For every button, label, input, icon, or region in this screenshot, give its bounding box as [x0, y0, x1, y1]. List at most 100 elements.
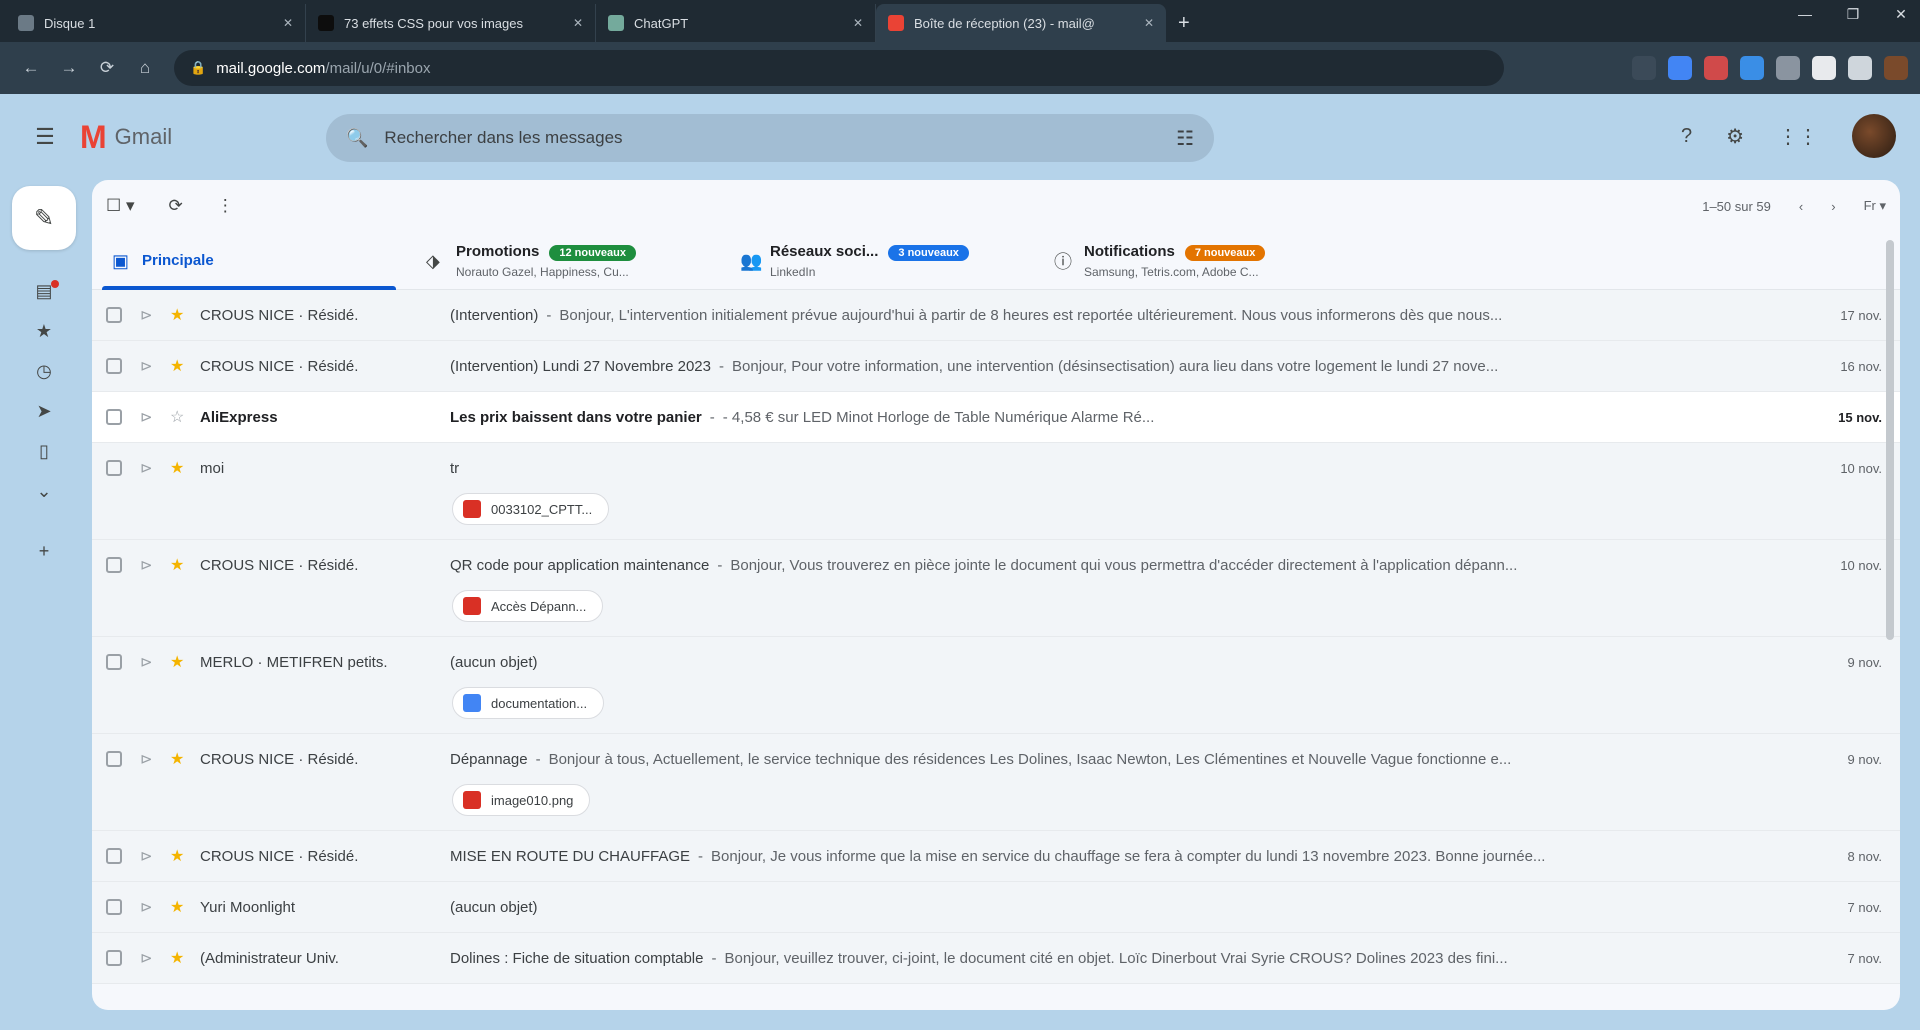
- search-icon[interactable]: 🔍: [346, 128, 368, 149]
- inbox-icon[interactable]: ▤: [35, 278, 59, 304]
- attachment-chip[interactable]: image010.png: [452, 784, 591, 816]
- starred-icon[interactable]: ★: [170, 882, 200, 932]
- important-marker-icon[interactable]: ⊳: [140, 637, 170, 687]
- starred-icon[interactable]: ★: [170, 341, 200, 391]
- search-options-icon[interactable]: ☷: [1176, 126, 1194, 151]
- add-label-icon[interactable]: +: [39, 538, 50, 564]
- row-checkbox[interactable]: [106, 358, 122, 374]
- avatar[interactable]: [1852, 114, 1896, 158]
- browser-tab[interactable]: Boîte de réception (23) - mail@ ✕: [876, 4, 1166, 42]
- starred-icon[interactable]: ★: [170, 734, 200, 784]
- email-row[interactable]: ⊳ ★ MERLO · METIFREN petits. (aucun objet) d…: [92, 637, 1900, 734]
- email-row[interactable]: ⊳ ☆ AliExpress Les prix baissent dans votre…: [92, 392, 1900, 443]
- main-menu-icon[interactable]: ☰: [25, 124, 65, 150]
- row-checkbox[interactable]: [106, 950, 122, 966]
- important-marker-icon[interactable]: ⊳: [140, 392, 170, 442]
- close-window-button[interactable]: ✕: [1890, 6, 1912, 23]
- reload-button[interactable]: ⟳: [88, 58, 126, 78]
- star-icon[interactable]: ☆: [170, 392, 200, 442]
- search-input[interactable]: Rechercher dans les messages: [384, 128, 622, 148]
- important-marker-icon[interactable]: ⊳: [140, 290, 170, 340]
- row-checkbox[interactable]: [106, 409, 122, 425]
- address-bar[interactable]: 🔒 mail.google.com /mail/u/0/#inbox: [174, 50, 1504, 86]
- prev-page-icon[interactable]: ‹: [1799, 199, 1803, 214]
- input-tools-button[interactable]: Fr ▾: [1864, 198, 1886, 214]
- tab-close-icon[interactable]: ✕: [283, 16, 293, 30]
- extension-icon[interactable]: [1632, 56, 1656, 80]
- browser-tab[interactable]: 73 effets CSS pour vos images ✕: [306, 4, 596, 42]
- row-checkbox[interactable]: [106, 899, 122, 915]
- starred-icon[interactable]: ★: [170, 933, 200, 983]
- attachment-chip[interactable]: documentation...: [452, 687, 605, 719]
- back-button[interactable]: ←: [12, 58, 50, 78]
- minimize-button[interactable]: —: [1794, 6, 1816, 23]
- extension-icon[interactable]: [1884, 56, 1908, 80]
- important-marker-icon[interactable]: ⊳: [140, 540, 170, 590]
- next-page-icon[interactable]: ›: [1831, 199, 1835, 214]
- row-checkbox[interactable]: [106, 460, 122, 476]
- email-row[interactable]: ⊳ ★ CROUS NICE · Résidé. MISE EN ROUTE DU C…: [92, 831, 1900, 882]
- help-icon[interactable]: ?: [1681, 125, 1692, 148]
- starred-icon[interactable]: ★: [36, 318, 52, 344]
- email-row[interactable]: ⊳ ★ CROUS NICE · Résidé. (Intervention) Lun…: [92, 341, 1900, 392]
- important-marker-icon[interactable]: ⊳: [140, 933, 170, 983]
- gmail-logo[interactable]: M Gmail: [80, 119, 172, 156]
- important-marker-icon[interactable]: ⊳: [140, 831, 170, 881]
- select-all-checkbox[interactable]: ☐ ▾: [106, 196, 135, 216]
- extension-icon[interactable]: [1704, 56, 1728, 80]
- sent-icon[interactable]: ➤: [36, 398, 51, 424]
- starred-icon[interactable]: ★: [170, 290, 200, 340]
- tab-promotions[interactable]: ⬗ Promotions 12 nouveaux Norauto Gazel, Hap…: [406, 232, 720, 290]
- important-marker-icon[interactable]: ⊳: [140, 341, 170, 391]
- important-marker-icon[interactable]: ⊳: [140, 443, 170, 493]
- category-title: Notifications: [1084, 243, 1175, 260]
- row-checkbox[interactable]: [106, 557, 122, 573]
- browser-tab[interactable]: ChatGPT ✕: [596, 4, 876, 42]
- refresh-icon[interactable]: ⟳: [169, 196, 183, 216]
- browser-tab[interactable]: Disque 1 ✕: [6, 4, 306, 42]
- compose-button[interactable]: ✎: [12, 186, 76, 250]
- email-row[interactable]: ⊳ ★ CROUS NICE · Résidé. Dépannage - Bonjour …: [92, 734, 1900, 831]
- home-button[interactable]: ⌂: [126, 58, 164, 78]
- attachment-chip[interactable]: Accès Dépann...: [452, 590, 604, 622]
- row-checkbox[interactable]: [106, 751, 122, 767]
- tab-close-icon[interactable]: ✕: [573, 16, 583, 30]
- apps-grid-icon[interactable]: ⋮⋮: [1778, 124, 1818, 149]
- important-marker-icon[interactable]: ⊳: [140, 882, 170, 932]
- starred-icon[interactable]: ★: [170, 540, 200, 590]
- new-tab-button[interactable]: +: [1166, 4, 1202, 42]
- row-checkbox[interactable]: [106, 848, 122, 864]
- email-row[interactable]: ⊳ ★ (Administrateur Univ. Dolines : Fiche d…: [92, 933, 1900, 984]
- search-bar[interactable]: 🔍 Rechercher dans les messages ☷: [326, 114, 1214, 162]
- tab-principale[interactable]: ▣ Principale: [92, 232, 406, 290]
- email-row[interactable]: ⊳ ★ Yuri Moonlight (aucun objet) 7 nov.: [92, 882, 1900, 933]
- drafts-icon[interactable]: ▯: [39, 438, 49, 464]
- restore-button[interactable]: ❐: [1842, 6, 1864, 23]
- row-checkbox[interactable]: [106, 654, 122, 670]
- extension-icon[interactable]: [1776, 56, 1800, 80]
- tab-close-icon[interactable]: ✕: [1144, 16, 1154, 30]
- extension-icon[interactable]: [1848, 56, 1872, 80]
- scrollbar[interactable]: [1886, 240, 1894, 640]
- snoozed-icon[interactable]: ◷: [36, 358, 52, 384]
- tab-r-seaux-soci-[interactable]: 👥 Réseaux soci... 3 nouveaux LinkedIn: [720, 232, 1034, 290]
- extension-icon[interactable]: [1740, 56, 1764, 80]
- category-title-line: Notifications 7 nouveaux: [1084, 243, 1314, 261]
- starred-icon[interactable]: ★: [170, 443, 200, 493]
- row-checkbox[interactable]: [106, 307, 122, 323]
- extension-icon[interactable]: [1812, 56, 1836, 80]
- email-row[interactable]: ⊳ ★ moi tr 0033102_CPTT... 10 nov.: [92, 443, 1900, 540]
- attachment-chip[interactable]: 0033102_CPTT...: [452, 493, 610, 525]
- email-row[interactable]: ⊳ ★ CROUS NICE · Résidé. QR code pour appli…: [92, 540, 1900, 637]
- important-marker-icon[interactable]: ⊳: [140, 734, 170, 784]
- tab-notifications[interactable]: ⓘ Notifications 7 nouveaux Samsung, Tetris.…: [1034, 232, 1348, 290]
- settings-icon[interactable]: ⚙: [1726, 124, 1744, 149]
- extension-icon[interactable]: [1668, 56, 1692, 80]
- more-actions-icon[interactable]: ⋮: [217, 196, 234, 216]
- forward-button[interactable]: →: [50, 58, 88, 78]
- more-icon[interactable]: ⌄: [36, 478, 51, 504]
- starred-icon[interactable]: ★: [170, 831, 200, 881]
- email-row[interactable]: ⊳ ★ CROUS NICE · Résidé. (Intervention) - Bon…: [92, 290, 1900, 341]
- starred-icon[interactable]: ★: [170, 637, 200, 687]
- tab-close-icon[interactable]: ✕: [853, 16, 863, 30]
